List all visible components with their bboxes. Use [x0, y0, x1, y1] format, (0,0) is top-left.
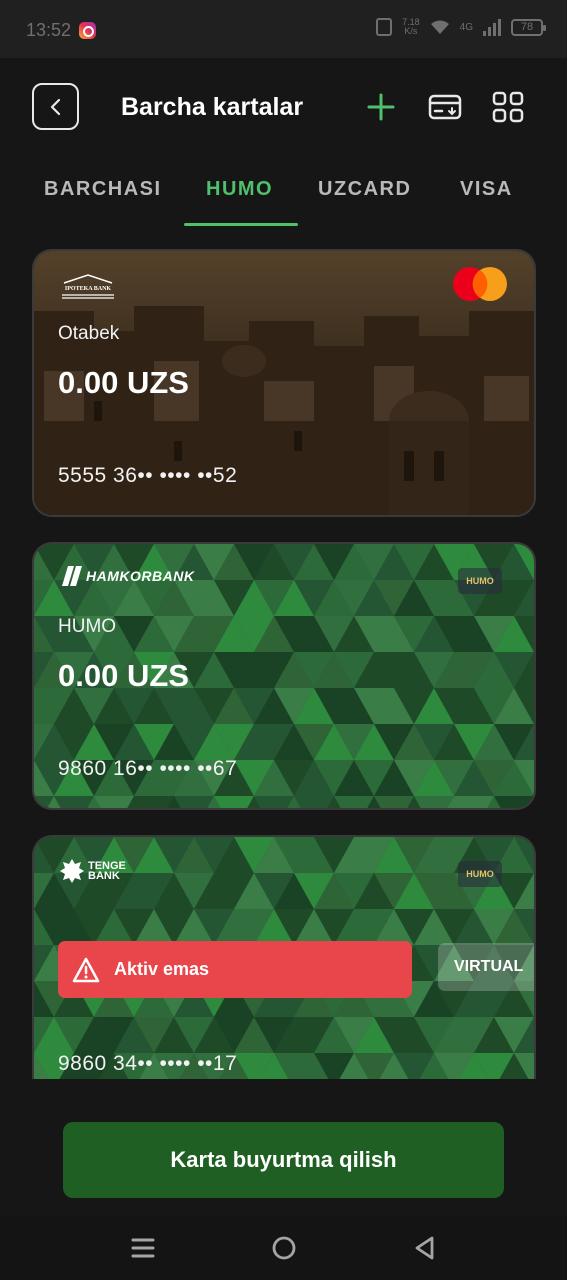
- tab-humo[interactable]: HUMO: [206, 178, 273, 201]
- vibrate-icon: [376, 18, 393, 36]
- bank-logo: IPOTEKA BANK: [60, 273, 116, 299]
- bank-logo: HAMKORBANK: [60, 566, 194, 586]
- battery-icon: 78: [511, 18, 546, 36]
- card-number: 9860 16•• •••• ••67: [58, 757, 238, 780]
- menu-icon[interactable]: [129, 1234, 157, 1262]
- bank-card[interactable]: IPOTEKA BANK Otabek 0.00 UZS 5555 36•• •…: [32, 249, 536, 517]
- card-type-tabs: BARCHASI HUMO UZCARD VISA: [0, 160, 567, 228]
- card-balance: 0.00 UZS: [58, 658, 189, 693]
- wifi-icon: [430, 20, 449, 34]
- inactive-alert: Aktiv emas: [58, 941, 412, 998]
- page-title: Barcha kartalar: [121, 93, 304, 121]
- back-nav-icon[interactable]: [411, 1234, 439, 1262]
- card-download-icon: [428, 94, 462, 120]
- grid-icon: [492, 91, 524, 123]
- humo-logo-icon: HUMO: [458, 568, 502, 594]
- bank-card[interactable]: HAMKORBANK HUMO HUMO 0.00 UZS 9860 16•• …: [32, 542, 536, 810]
- status-time: 13:52: [26, 20, 72, 40]
- network-speed: 7.18 K/s: [402, 17, 420, 36]
- card-number: 9860 34•• •••• ••17: [58, 1052, 238, 1075]
- card-download-button[interactable]: [428, 90, 462, 124]
- chevron-left-icon: [50, 98, 60, 115]
- svg-text:IPOTEKA BANK: IPOTEKA BANK: [65, 286, 112, 292]
- tenge-bank-logo-icon: [60, 859, 84, 883]
- network-type: 4G: [459, 21, 473, 33]
- bank-name: HAMKORBANK: [86, 568, 195, 584]
- tab-uzcard[interactable]: UZCARD: [318, 178, 411, 201]
- bank-logo: TENGE BANK: [60, 859, 136, 883]
- card-balance: 0.00 UZS: [58, 365, 189, 400]
- plus-icon: [367, 93, 395, 121]
- back-button[interactable]: [32, 83, 79, 130]
- grid-view-button[interactable]: [491, 90, 525, 124]
- bank-card[interactable]: TENGE BANK HUMO Aktiv emas VIRTUAL 9860 …: [32, 835, 536, 1079]
- mastercard-icon: [453, 267, 507, 301]
- status-label: Aktiv emas: [114, 959, 210, 979]
- add-card-button[interactable]: [364, 90, 398, 124]
- tab-active-indicator: [184, 223, 298, 226]
- bank-name: TENGE BANK: [88, 860, 126, 882]
- status-bar: 13:52 7.18 K/s 4G 78: [0, 0, 567, 58]
- home-icon[interactable]: [270, 1234, 298, 1262]
- instagram-icon: [79, 22, 96, 39]
- warning-icon: [72, 957, 100, 982]
- card-number: 5555 36•• •••• ••52: [58, 464, 238, 487]
- signal-icon: [483, 18, 501, 36]
- ipoteka-bank-logo-icon: IPOTEKA BANK: [62, 274, 114, 299]
- system-nav-bar: [0, 1216, 567, 1280]
- status-icons: 7.18 K/s 4G 78: [376, 17, 546, 36]
- order-card-button[interactable]: Karta buyurtma qilish: [63, 1122, 504, 1198]
- tab-visa[interactable]: VISA: [460, 178, 513, 201]
- tab-barchasi[interactable]: BARCHASI: [44, 178, 162, 201]
- hamkorbank-logo-icon: [62, 566, 82, 586]
- virtual-badge: VIRTUAL: [438, 943, 534, 991]
- card-holder: Otabek: [58, 323, 120, 344]
- card-holder: HUMO: [58, 616, 117, 637]
- humo-logo-icon: HUMO: [458, 861, 502, 887]
